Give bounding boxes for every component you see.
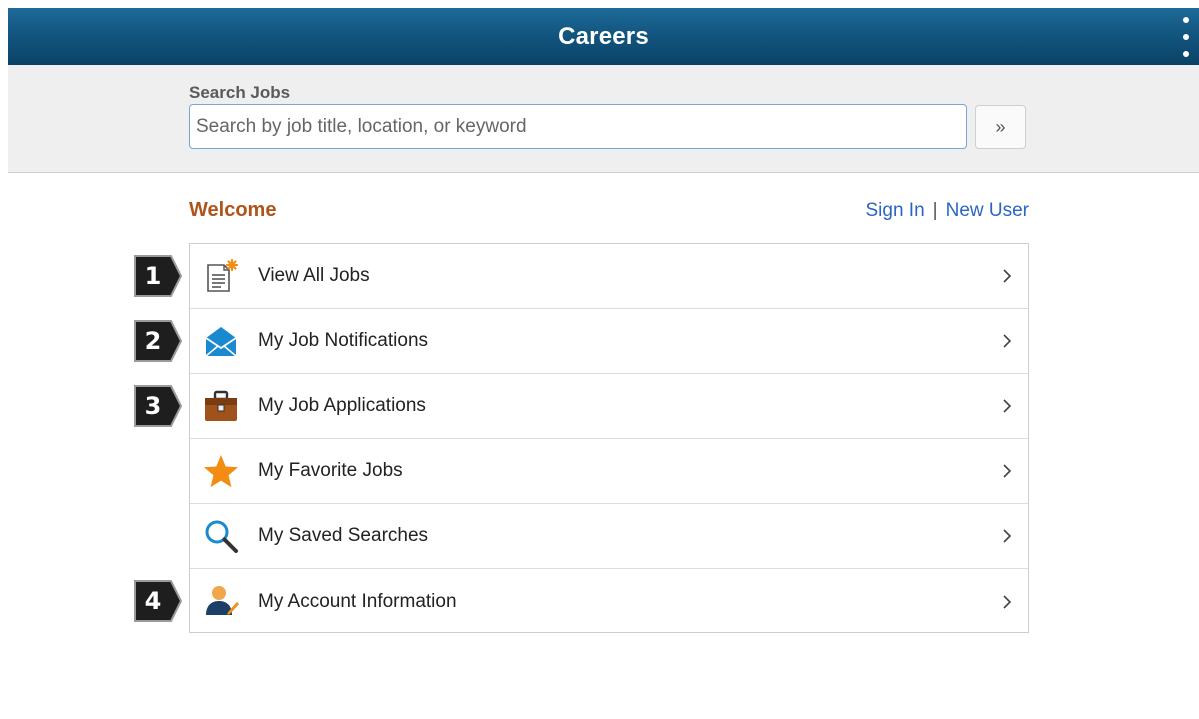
new-document-icon — [207, 258, 239, 292]
menu-item-label: My Favorite Jobs — [258, 460, 403, 481]
callout-number: 3 — [144, 392, 162, 420]
search-panel: Search Jobs » — [8, 65, 1199, 173]
user-edit-icon — [206, 586, 239, 615]
link-separator: | — [932, 200, 938, 221]
menu-item-view-all-jobs[interactable]: View All Jobs — [190, 244, 1028, 309]
sign-in-link[interactable]: Sign In — [866, 200, 925, 222]
chevron-right-icon — [1003, 529, 1012, 543]
callout-number: 4 — [144, 587, 162, 615]
star-icon — [204, 455, 238, 488]
briefcase-icon — [205, 390, 237, 421]
kebab-menu-icon[interactable] — [1181, 17, 1191, 57]
chevron-right-icon — [1003, 399, 1012, 413]
menu-item-favorite-jobs[interactable]: My Favorite Jobs — [190, 439, 1028, 504]
page-title: Careers — [558, 22, 649, 50]
menu-item-label: My Account Information — [258, 590, 457, 612]
callout-badge: 1 — [133, 254, 185, 298]
menu-item-saved-searches[interactable]: My Saved Searches — [190, 504, 1028, 569]
welcome-heading: Welcome — [189, 199, 277, 221]
auth-links: Sign In | New User — [866, 200, 1030, 222]
menu-item-label: My Job Applications — [258, 395, 426, 416]
menu-item-job-applications[interactable]: My Job Applications — [190, 374, 1028, 439]
menu-item-label: View All Jobs — [258, 265, 370, 286]
search-input[interactable] — [189, 104, 967, 149]
app-header: Careers — [8, 8, 1199, 65]
magnifier-icon — [205, 520, 238, 553]
menu-item-job-notifications[interactable]: My Job Notifications — [190, 309, 1028, 374]
callout-badge: 4 — [133, 579, 185, 623]
careers-menu-list: View All Jobs My Job Notifications My Jo… — [189, 243, 1029, 633]
menu-item-label: My Job Notifications — [258, 330, 429, 351]
menu-item-account-information[interactable]: My Account Information — [190, 569, 1028, 634]
new-user-link[interactable]: New User — [946, 200, 1029, 222]
search-button[interactable]: » — [975, 105, 1026, 149]
callout-number: 2 — [144, 327, 162, 355]
envelope-icon — [205, 327, 237, 357]
callout-badge: 2 — [133, 319, 185, 363]
callout-number: 1 — [144, 262, 162, 290]
chevron-right-icon — [1003, 269, 1012, 283]
chevron-right-icon — [1003, 464, 1012, 478]
callout-badge: 3 — [133, 384, 185, 428]
chevron-right-icon — [1003, 594, 1012, 609]
search-label: Search Jobs — [189, 83, 291, 102]
chevron-right-icon — [1003, 334, 1012, 348]
menu-item-label: My Saved Searches — [258, 525, 429, 546]
